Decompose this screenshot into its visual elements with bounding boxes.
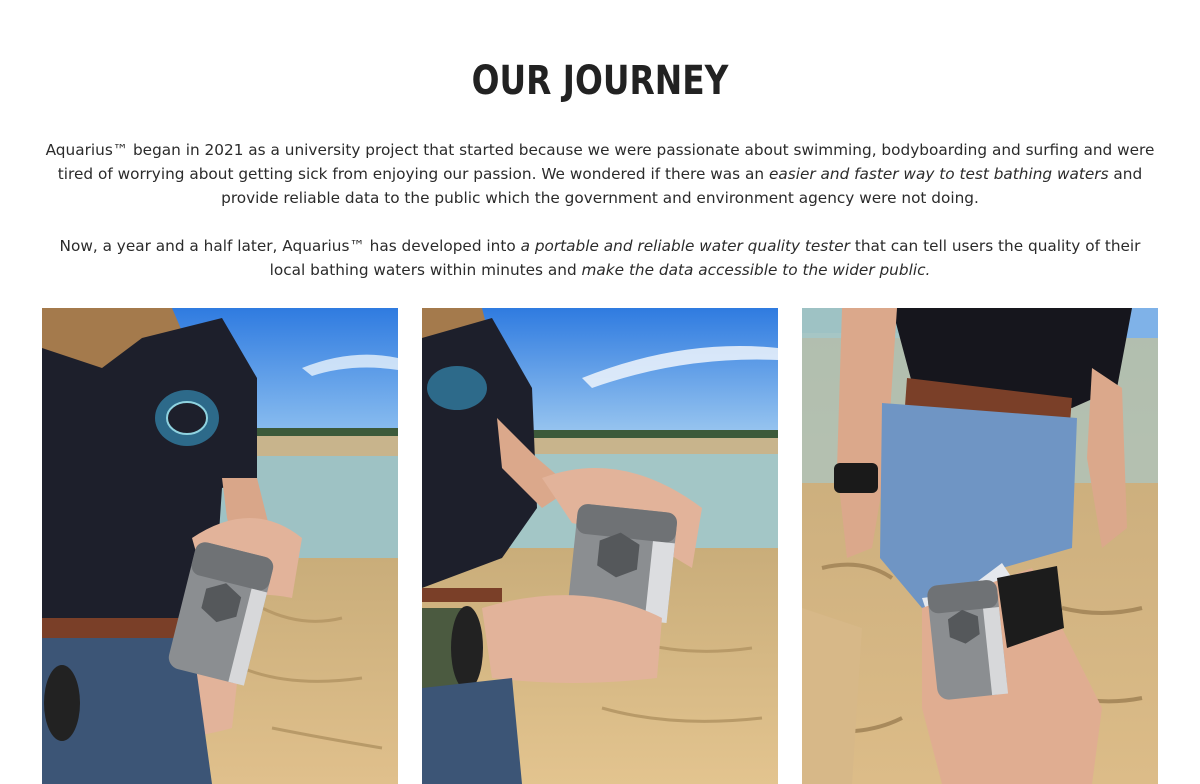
intro-paragraph-2: Now, a year and a half later, Aquarius™ … <box>59 237 1141 279</box>
section-title: OUR JOURNEY <box>471 58 729 104</box>
intro-text: Aquarius™ began in 2021 as a university … <box>40 138 1160 282</box>
hand-on-device-photo <box>422 308 778 784</box>
intro-paragraph-1: Aquarius™ began in 2021 as a university … <box>45 141 1155 207</box>
photo-gallery <box>42 308 1158 784</box>
person-holding-device-photo <box>42 308 398 784</box>
device-strapped-to-leg-photo <box>802 308 1158 784</box>
